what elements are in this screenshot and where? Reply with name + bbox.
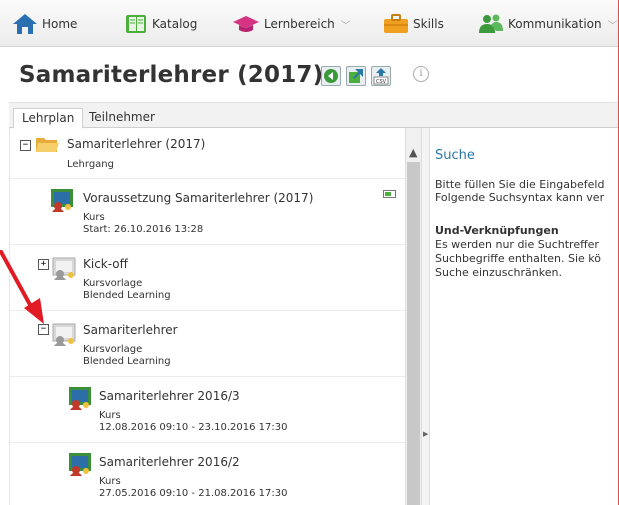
csv-export-button[interactable]: CSV: [371, 66, 391, 86]
tree-item-type: Kurs: [99, 410, 121, 421]
chevron-down-icon: ﹀: [607, 20, 618, 32]
tree-item-title: Kick-off: [83, 257, 128, 271]
tree-item-format: Blended Learning: [83, 356, 171, 367]
nav-lernbereich-label: Lernbereich: [264, 17, 335, 31]
home-icon: [13, 14, 37, 34]
search-help-line: Es werden nur die Suchtreffer: [435, 238, 599, 251]
tree-item-date: 12.08.2016 09:10 - 23.10.2016 17:30: [99, 422, 288, 433]
course-template-icon: [52, 323, 76, 346]
course-icon: [51, 189, 73, 212]
back-button[interactable]: [321, 66, 341, 86]
nav-lernbereich[interactable]: Lernbereich ﹀: [232, 13, 351, 35]
nav-kommunikation[interactable]: Kommunikation ﹀: [478, 13, 618, 35]
tree-item[interactable]: Samariterlehrer 2016/2 Kurs 27.05.2016 0…: [10, 442, 406, 505]
search-title: Suche: [435, 148, 475, 163]
chevron-down-icon: ﹀: [340, 20, 351, 32]
tree-root-type: Lehrgang: [67, 159, 114, 170]
catalog-book-icon: [126, 15, 146, 33]
tree-item-type: Kursvorlage: [83, 278, 143, 289]
back-arrow-icon: [324, 69, 338, 83]
nav-home-label: Home: [42, 17, 78, 31]
graduation-cap-icon: [233, 16, 259, 32]
export-button[interactable]: [346, 66, 366, 86]
course-template-icon: [52, 257, 76, 280]
tab-lehrplan[interactable]: Lehrplan: [13, 108, 84, 129]
tree-root[interactable]: − Samariterlehrer (2017) Lehrgang: [10, 128, 406, 179]
page-title: Samariterlehrer (2017): [19, 62, 324, 88]
tree-scrollbar[interactable]: ▲: [405, 128, 422, 505]
scroll-up-icon[interactable]: ▲: [409, 146, 417, 159]
tree-item-format: Blended Learning: [83, 290, 171, 301]
tree-item[interactable]: Samariterlehrer 2016/3 Kurs 12.08.2016 0…: [10, 376, 406, 443]
export-icon: [349, 69, 363, 83]
tab-teilnehmer[interactable]: Teilnehmer: [81, 108, 163, 127]
tree-item[interactable]: − Samariterlehrer Kursvorlage Blended Le…: [10, 310, 406, 377]
tree-item-title: Samariterlehrer: [83, 323, 178, 337]
course-icon: [69, 387, 91, 410]
collapse-icon[interactable]: −: [20, 140, 31, 151]
search-help-line: Suchbegriffe enthalten. Sie kö: [435, 252, 602, 265]
search-help-line: Suche einzuschränken.: [435, 266, 562, 279]
annotation-arrow-icon: [0, 250, 44, 324]
search-section-heading: Und-Verknüpfungen: [435, 224, 559, 237]
course-icon: [69, 453, 91, 476]
tree-item-date: Start: 26.10.2016 13:28: [83, 224, 204, 235]
tree-item-date: 27.05.2016 09:10 - 21.08.2016 17:30: [99, 488, 288, 499]
info-icon[interactable]: i: [413, 66, 429, 82]
tree-root-title: Samariterlehrer (2017): [67, 137, 206, 151]
nav-skills-label: Skills: [413, 17, 444, 31]
nav-home[interactable]: Home: [12, 13, 77, 35]
tree-item-type: Kursvorlage: [83, 344, 143, 355]
briefcase-icon: [384, 14, 408, 33]
tree-item-type: Kurs: [83, 212, 105, 223]
tree-item[interactable]: + Kick-off Kursvorlage Blended Learning: [10, 244, 406, 311]
scrollbar-thumb[interactable]: [407, 162, 420, 505]
tab-strip: Lehrplan Teilnehmer: [9, 103, 619, 129]
folder-icon: [36, 138, 59, 152]
tree-item-title: Voraussetzung Samariterlehrer (2017): [83, 191, 314, 205]
nav-katalog[interactable]: Katalog: [124, 13, 197, 35]
tree-item-type: Kurs: [99, 476, 121, 487]
tree-item-title: Samariterlehrer 2016/2: [99, 455, 240, 469]
search-help-panel: Suche Bitte füllen Sie die Eingabefeld F…: [429, 128, 619, 505]
status-battery-icon: [383, 190, 396, 198]
title-bar: Samariterlehrer (2017) CSV i: [9, 54, 619, 103]
curriculum-tree: − Samariterlehrer (2017) Lehrgang Voraus…: [9, 128, 406, 505]
collapse-arrow-icon[interactable]: ▶: [423, 430, 428, 438]
search-intro-line: Bitte füllen Sie die Eingabefeld: [435, 178, 605, 191]
tree-item[interactable]: Voraussetzung Samariterlehrer (2017) Kur…: [10, 178, 406, 245]
nav-kommunikation-label: Kommunikation: [508, 17, 602, 31]
csv-icon: CSV: [373, 68, 389, 85]
svg-text:CSV: CSV: [376, 79, 387, 85]
people-icon: [479, 14, 503, 33]
top-navigation: Home Katalog Lernbereich ﹀ Skills Kommun…: [0, 0, 619, 47]
tree-item-title: Samariterlehrer 2016/3: [99, 389, 240, 403]
search-intro-line: Folgende Suchsyntax kann ver: [435, 191, 605, 204]
nav-katalog-label: Katalog: [152, 17, 198, 31]
nav-skills[interactable]: Skills: [383, 13, 444, 35]
